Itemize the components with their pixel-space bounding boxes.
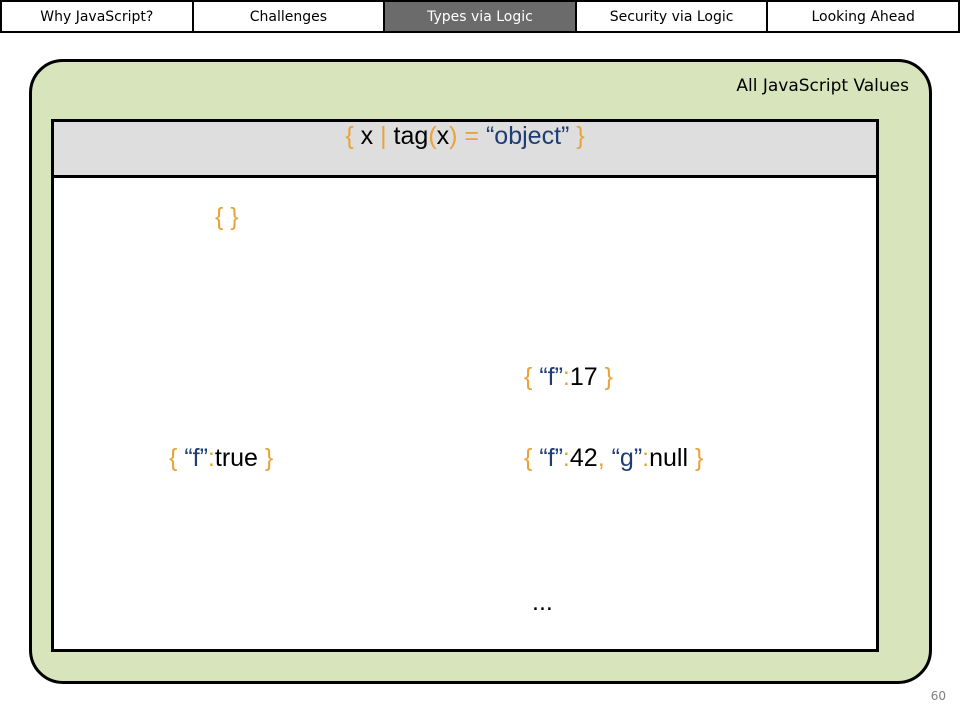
object-set-box: { x | tag(x) = “object” } { } { “f”:17 }… <box>51 119 879 652</box>
tab-why-javascript[interactable]: Why JavaScript? <box>2 2 194 31</box>
key-f: “f” <box>184 444 208 472</box>
header-var: x <box>360 122 374 150</box>
set-definition: { x | tag(x) = “object” } <box>54 122 876 150</box>
header-open-brace: { <box>345 122 354 150</box>
key-f: “f” <box>539 444 563 472</box>
header-fn: tag <box>393 122 429 150</box>
colon: : <box>207 444 215 472</box>
key-f: “f” <box>539 363 563 391</box>
comma: , <box>597 444 605 472</box>
colon: : <box>562 444 570 472</box>
value-f-17: { “f”:17 } <box>524 363 613 391</box>
brace-open: { <box>524 444 533 472</box>
tab-looking-ahead[interactable]: Looking Ahead <box>768 2 958 31</box>
header-rparen: ) <box>449 122 458 150</box>
brace-open: { <box>524 363 533 391</box>
tab-types-via-logic[interactable]: Types via Logic <box>385 2 577 31</box>
val-true: true <box>214 444 258 472</box>
header-value: “object” <box>485 122 570 150</box>
top-navigation: Why JavaScript? Challenges Types via Log… <box>0 0 960 33</box>
colon: : <box>562 363 570 391</box>
value-empty-object: { } <box>215 203 239 231</box>
header-eq: = <box>464 122 480 150</box>
value-f-true: { “f”:true } <box>169 444 273 472</box>
val-17: 17 <box>569 363 598 391</box>
brace-close: } <box>694 444 704 472</box>
header-bar: | <box>380 122 387 150</box>
tab-security-via-logic[interactable]: Security via Logic <box>577 2 769 31</box>
header-arg: x <box>436 122 450 150</box>
key-g: “g” <box>611 444 643 472</box>
ellipsis: ... <box>532 588 553 616</box>
brace-close: } <box>604 363 613 391</box>
header-lparen: ( <box>428 122 437 150</box>
val-42: 42 <box>569 444 598 472</box>
brace-open: { <box>169 444 178 472</box>
val-null: null <box>649 444 689 472</box>
header-close-brace: } <box>576 122 585 150</box>
region-label: All JavaScript Values <box>736 76 909 96</box>
value-f-42-g-null: { “f”:42, “g”:null } <box>524 444 703 472</box>
page-number: 60 <box>930 689 946 703</box>
brace-close: } <box>264 444 274 472</box>
set-header: { x | tag(x) = “object” } <box>54 122 876 178</box>
tab-challenges[interactable]: Challenges <box>194 2 386 31</box>
